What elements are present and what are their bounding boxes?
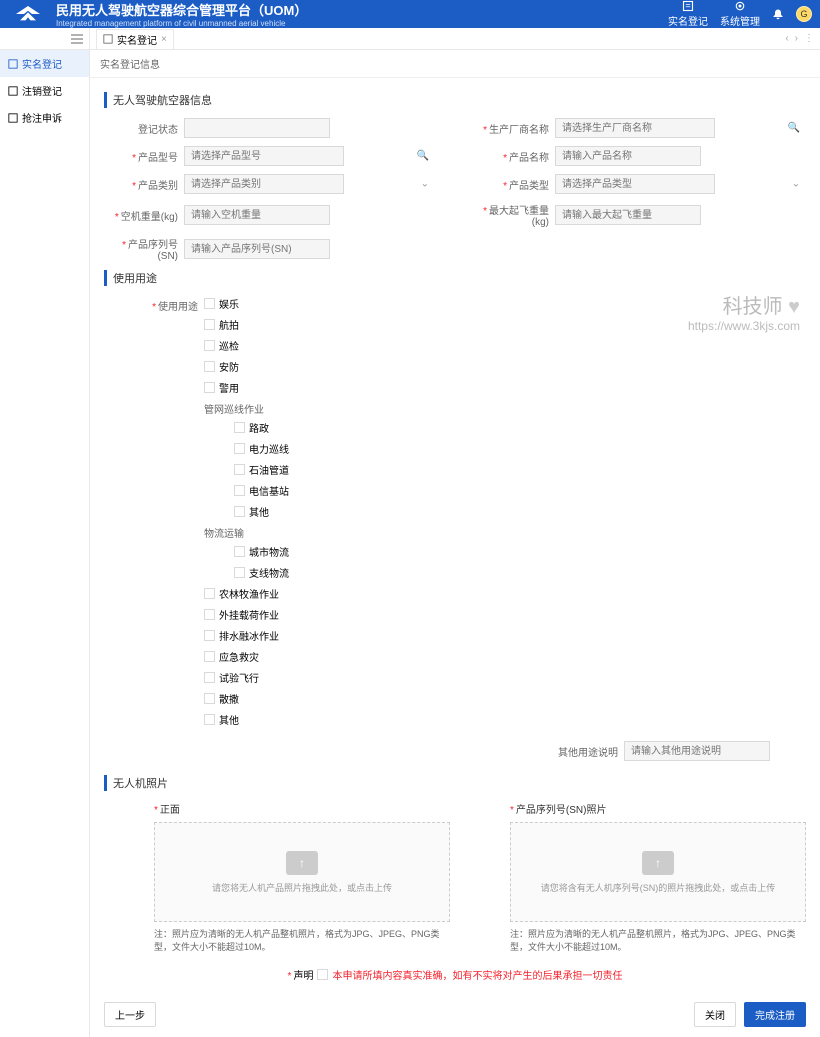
checkbox-external[interactable] [204, 609, 215, 620]
label-type: 产品类型 [475, 177, 555, 192]
checkbox-oil[interactable] [234, 464, 245, 475]
checkbox-patrol[interactable] [204, 340, 215, 351]
label-other-desc: 其他用途说明 [104, 744, 624, 759]
label-upload-front: 正面 [154, 805, 180, 816]
app-title: 民用无人驾驶航空器综合管理平台（UOM） [56, 3, 307, 18]
sidebar-toggle[interactable] [0, 28, 89, 50]
checkbox-drainage[interactable] [204, 630, 215, 641]
checkbox-entertainment[interactable] [204, 298, 215, 309]
cloud-upload-icon [286, 851, 318, 875]
label-pipeline: 管网巡线作业 [204, 401, 806, 416]
search-icon: 🔍 [788, 123, 800, 134]
close-icon[interactable]: × [161, 34, 167, 45]
sidebar-item-cancel[interactable]: 注销登记 [0, 77, 89, 104]
tab-menu[interactable]: ⋮ [802, 33, 816, 44]
select-type[interactable] [555, 174, 715, 194]
nav-realname[interactable]: 实名登记 [668, 0, 708, 28]
input-max-weight[interactable] [555, 205, 701, 225]
select-category[interactable] [184, 174, 344, 194]
checkbox-road[interactable] [234, 422, 245, 433]
text-declaration: 本申请所填内容真实准确，如有不实将对产生的后果承担一切责任 [332, 967, 622, 982]
search-icon: 🔍 [417, 151, 429, 162]
app-subtitle: Integrated management platform of civil … [56, 19, 307, 28]
close-button[interactable]: 关闭 [694, 1002, 736, 1027]
bell-icon[interactable] [772, 8, 784, 20]
label-empty-weight: 空机重量(kg) [104, 208, 184, 223]
sidebar-item-realname[interactable]: 实名登记 [0, 50, 89, 77]
input-model[interactable] [184, 146, 344, 166]
submit-button[interactable]: 完成注册 [744, 1002, 806, 1027]
prev-button[interactable]: 上一步 [104, 1002, 156, 1027]
checkbox-power[interactable] [234, 443, 245, 454]
logo-icon [8, 4, 48, 24]
checkbox-other[interactable] [204, 714, 215, 725]
note-sn: 注：照片应为清晰的无人机产品整机照片，格式为JPG、JPEG、PNG类型，文件大… [510, 928, 806, 953]
avatar[interactable]: G [796, 6, 812, 22]
tab-realname[interactable]: 实名登记 × [96, 29, 174, 49]
checkbox-declaration[interactable] [317, 969, 328, 980]
checkbox-emergency[interactable] [204, 651, 215, 662]
upload-front[interactable]: 请您将无人机产品照片拖拽此处，或点击上传 [154, 822, 450, 922]
section-usage: 使用用途 [104, 270, 806, 286]
checkbox-spread[interactable] [204, 693, 215, 704]
label-name: 产品名称 [475, 149, 555, 164]
tab-prev[interactable]: ‹ [783, 33, 790, 44]
input-other-desc[interactable] [624, 741, 770, 761]
label-mfr: 生产厂商名称 [475, 121, 555, 136]
breadcrumb: 实名登记信息 [90, 50, 820, 78]
label-upload-sn: 产品序列号(SN)照片 [510, 805, 606, 816]
checkbox-agri[interactable] [204, 588, 215, 599]
upload-sn[interactable]: 请您将含有无人机序列号(SN)的照片拖拽此处，或点击上传 [510, 822, 806, 922]
tab-bar: 实名登记 × ‹ › ⋮ [90, 28, 820, 50]
nav-system[interactable]: 系统管理 [720, 0, 760, 28]
section-drone-info: 无人驾驶航空器信息 [104, 92, 806, 108]
main-content: 实名登记 × ‹ › ⋮ 实名登记信息 无人驾驶航空器信息 登记状态 生产厂商名… [90, 28, 820, 1037]
section-photos: 无人机照片 [104, 775, 806, 791]
checkbox-telecom[interactable] [234, 485, 245, 496]
label-model: 产品型号 [104, 149, 184, 164]
label-logistics: 物流运输 [204, 525, 806, 540]
checkbox-branch[interactable] [234, 567, 245, 578]
input-sn[interactable] [184, 239, 330, 259]
chevron-down-icon: ⌄ [792, 179, 800, 190]
checkbox-security[interactable] [204, 361, 215, 372]
label-usage: 使用用途 [104, 296, 204, 733]
app-header: 民用无人驾驶航空器综合管理平台（UOM） Integrated manageme… [0, 0, 820, 28]
chevron-down-icon: ⌄ [421, 179, 429, 190]
label-sn: 产品序列号(SN) [104, 236, 184, 262]
input-reg-status[interactable] [184, 118, 330, 138]
checkbox-urban[interactable] [234, 546, 245, 557]
input-empty-weight[interactable] [184, 205, 330, 225]
label-category: 产品类别 [104, 177, 184, 192]
tab-next[interactable]: › [793, 33, 800, 44]
label-reg-status: 登记状态 [104, 121, 184, 136]
note-front: 注：照片应为清晰的无人机产品整机照片，格式为JPG、JPEG、PNG类型，文件大… [154, 928, 450, 953]
cloud-upload-icon [642, 851, 674, 875]
input-mfr[interactable] [555, 118, 715, 138]
checkbox-test[interactable] [204, 672, 215, 683]
checkbox-police[interactable] [204, 382, 215, 393]
sidebar: 实名登记 注销登记 抢注申诉 [0, 28, 90, 1037]
label-declaration: 声明 [288, 967, 314, 982]
label-max-weight: 最大起飞重量(kg) [475, 202, 555, 228]
input-name[interactable] [555, 146, 701, 166]
checkbox-pipe-other[interactable] [234, 506, 245, 517]
checkbox-aerial[interactable] [204, 319, 215, 330]
sidebar-item-appeal[interactable]: 抢注申诉 [0, 104, 89, 131]
